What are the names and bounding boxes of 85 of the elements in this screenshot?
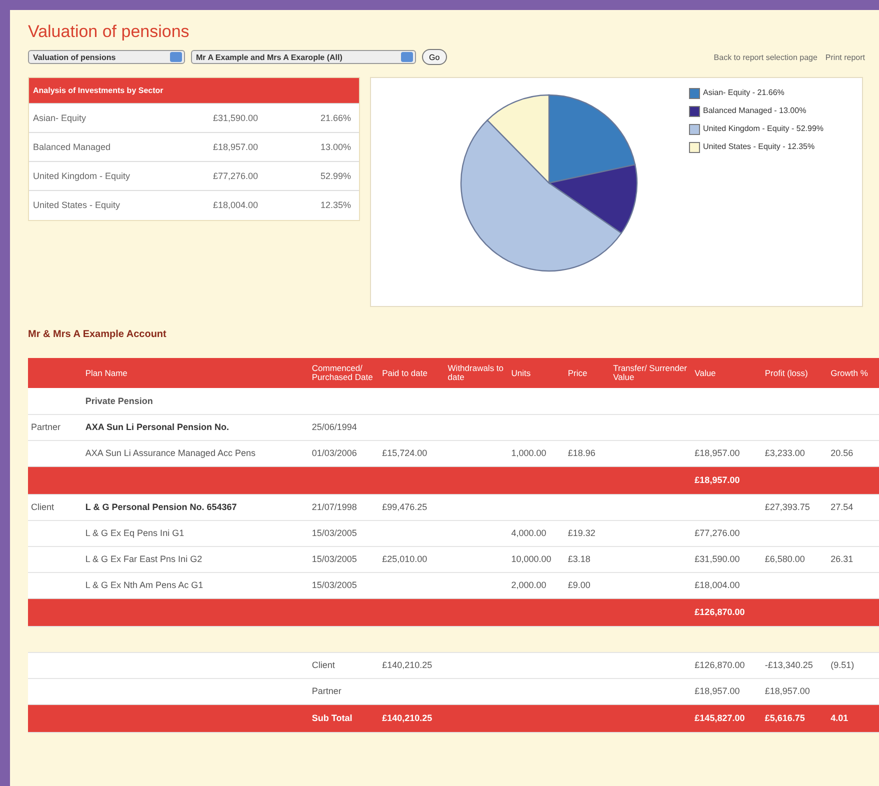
report-link[interactable]: Print report (825, 52, 865, 62)
table-cell: £140,210.25 (382, 660, 432, 670)
go-button[interactable]: Go (422, 49, 447, 65)
account-title: Mr & Mrs A Example Account (28, 329, 168, 340)
table-cell: £77,276.00 (694, 528, 740, 538)
total-cell: £18,957.00 (694, 475, 740, 485)
table-cell-text: £31,590.00 (213, 113, 260, 123)
table-cell: 27.54 (830, 502, 854, 512)
table-cell: 1,000.00 (511, 448, 546, 458)
table-cell: £18.96 (568, 448, 596, 458)
column-header: Commenced/ Purchased Date (312, 363, 373, 382)
total-cell: £145,827.00 (694, 713, 745, 723)
table-cell: 26.31 (830, 554, 854, 564)
page-title: Valuation of pensions (28, 22, 190, 42)
total-cell: £140,210.25 (382, 713, 432, 723)
client-select[interactable]: Mr A Example and Mrs A Exarople (All) (191, 50, 416, 64)
table-cell: £18,004.00 (694, 580, 740, 590)
table-cell: £18,957.00 (694, 448, 740, 458)
table-cell-text: Asian- Equity (33, 113, 88, 123)
table-cell-text: 13.00% (319, 142, 351, 152)
table-cell: AXA Sun Li Assurance Managed Acc Pens (85, 448, 256, 458)
table-cell: 15/03/2005 (312, 580, 357, 590)
table-cell-text: United Kingdom - Equity (33, 171, 132, 181)
table-cell: £126,870.00 (694, 660, 745, 670)
table-cell: 20.56 (830, 448, 854, 458)
table-cell: £6,580.00 (764, 554, 805, 564)
table-cell: L & G Ex Eq Pens Ini G1 (85, 528, 184, 538)
legend-label: Balanced Managed - 13.00% (703, 106, 806, 115)
table-cell: 10,000.00 (511, 554, 552, 564)
table-cell: Partner (312, 686, 342, 696)
table-cell-text: 52.99% (319, 171, 351, 181)
table-cell: £31,590.00 (694, 554, 740, 564)
legend-label: United States - Equity - 12.35% (703, 142, 815, 151)
column-header: Profit (loss) (764, 368, 808, 378)
column-header: Growth % (830, 368, 868, 378)
table-cell-text: £18,004.00 (213, 200, 260, 210)
table-cell: L & G Ex Far East Pns Ini G2 (85, 554, 202, 564)
total-cell: Sub Total (312, 713, 352, 723)
table-cell: £25,010.00 (382, 554, 428, 564)
table-cell: Client (31, 502, 54, 512)
table-cell-text: 21.66% (319, 113, 351, 123)
table-cell: 15/03/2005 (312, 554, 357, 564)
column-header: Price (568, 368, 588, 378)
table-cell-text: 12.35% (319, 200, 351, 210)
table-cell-text: United States - Equity (33, 200, 122, 210)
total-cell: £5,616.75 (764, 713, 805, 723)
column-header: Plan Name (85, 368, 128, 378)
report-select[interactable]: Valuation of pensions (28, 50, 185, 64)
report-link[interactable]: Back to report selection page (714, 52, 818, 62)
table-cell: £99,476.25 (382, 502, 428, 512)
sector-table-title: Analysis of Investments by Sector (29, 78, 359, 103)
table-cell: £15,724.00 (382, 448, 428, 458)
legend-label: United Kingdom - Equity - 52.99% (703, 124, 824, 133)
table-cell: L & G Personal Pension No. 654367 (85, 502, 237, 512)
column-header: Units (511, 368, 531, 378)
total-cell: 4.01 (830, 713, 848, 723)
table-cell: £3.18 (568, 554, 590, 564)
section-label: Private Pension (85, 396, 153, 406)
table-cell: 4,000.00 (511, 528, 546, 538)
column-header: Transfer/ Surrender Value (613, 363, 687, 382)
table-cell: £3,233.00 (764, 448, 805, 458)
table-cell: -£13,340.25 (764, 660, 813, 670)
table-cell-text: £18,957.00 (213, 142, 260, 152)
table-cell: Client (312, 660, 335, 670)
table-cell: £19.32 (568, 528, 596, 538)
table-cell: £18,957.00 (694, 686, 740, 696)
table-cell: AXA Sun Li Personal Pension No. (85, 422, 230, 432)
table-cell: Partner (31, 422, 61, 432)
table-cell: 2,000.00 (511, 580, 546, 590)
table-cell: £18,957.00 (764, 686, 810, 696)
column-header: Value (694, 368, 716, 378)
table-cell: £9.00 (568, 580, 590, 590)
total-cell: £126,870.00 (694, 607, 745, 617)
table-cell: 15/03/2005 (312, 528, 357, 538)
table-cell: 21/07/1998 (312, 502, 357, 512)
column-header: Withdrawals to date (448, 363, 504, 382)
column-header: Paid to date (382, 368, 428, 378)
table-cell-text: Balanced Managed (33, 142, 112, 152)
legend-label: Asian- Equity - 21.66% (703, 88, 784, 97)
table-cell: L & G Ex Nth Am Pens Ac G1 (85, 580, 204, 590)
table-cell: £27,393.75 (764, 502, 810, 512)
table-cell: 01/03/2006 (312, 448, 357, 458)
table-cell: (9.51) (830, 660, 854, 670)
table-cell-text: £77,276.00 (213, 171, 260, 181)
table-cell: 25/06/1994 (312, 422, 357, 432)
